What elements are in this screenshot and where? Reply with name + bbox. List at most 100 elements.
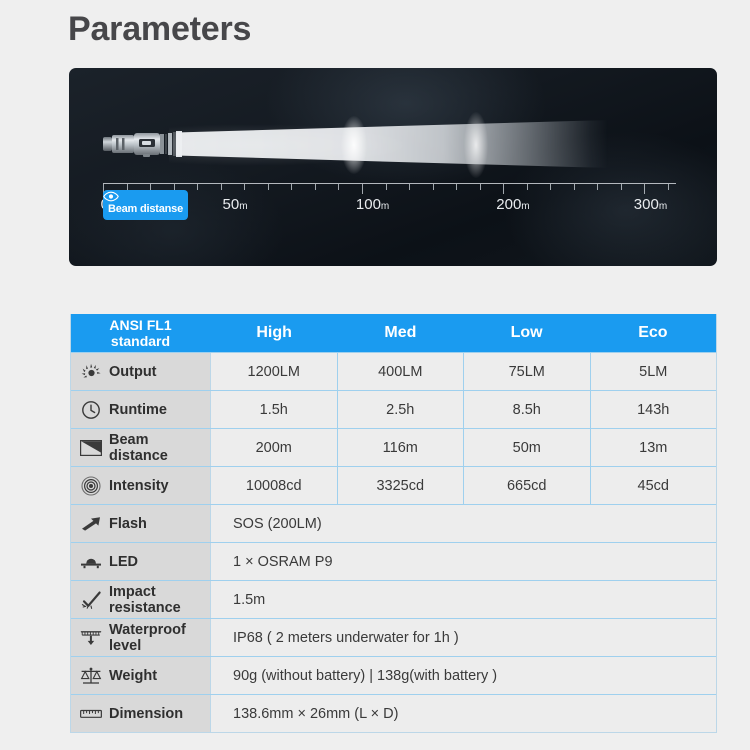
eye-icon xyxy=(103,191,188,202)
ruler-tick-minor xyxy=(220,184,222,190)
header-standard-line2: standard xyxy=(110,333,171,349)
row-label-line1: Dimension xyxy=(109,705,184,722)
led-chip-icon xyxy=(80,552,102,572)
ruler-tick-major xyxy=(503,184,505,194)
row-label-line2: resistance xyxy=(109,599,181,616)
row-value-cell: 50m xyxy=(464,429,591,466)
ruler-tick-minor xyxy=(597,184,599,190)
row-label-cell: Beam distance xyxy=(71,429,211,466)
row-value-cell: 1200LM xyxy=(211,353,338,390)
flashlight-icon xyxy=(102,128,182,160)
row-label-line1: Waterproof xyxy=(109,621,186,638)
page-title: Parameters xyxy=(68,10,252,48)
row-value-cell: 45cd xyxy=(590,467,716,504)
table-row: Intensity 10008cd 3325cd 665cd 45cd xyxy=(71,466,716,504)
row-value-cell: 400LM xyxy=(337,353,464,390)
row-value-cell: 200m xyxy=(211,429,338,466)
row-label-text: Waterproof level xyxy=(109,622,186,654)
ruler-tick-minor xyxy=(479,184,481,190)
target-rings-icon xyxy=(80,475,102,496)
ruler-tick-minor xyxy=(456,184,458,190)
row-value-cell: 3325cd xyxy=(337,467,464,504)
ruler-tick-minor xyxy=(432,184,434,190)
row-value-spanned: 90g (without battery) | 138g(with batter… xyxy=(211,657,716,694)
row-label-line1: Runtime xyxy=(109,401,167,418)
row-label-line1: LED xyxy=(109,553,138,570)
row-value-cell: 116m xyxy=(337,429,464,466)
light-beam-cone xyxy=(176,120,608,168)
row-label-cell: Waterproof level xyxy=(71,619,211,656)
axis-label-unit: m xyxy=(521,201,530,212)
beam-hotspot-near xyxy=(341,116,367,174)
row-value-cell: 143h xyxy=(590,391,716,428)
row-label-text: Dimension xyxy=(109,706,183,722)
row-value-cell: 665cd xyxy=(464,467,591,504)
ruler-tick-minor xyxy=(620,184,622,190)
header-standard-cell: ANSI FL1 standard xyxy=(71,314,211,352)
row-value-spanned: SOS (200LM) xyxy=(211,505,716,542)
parameters-page: Parameters 50m 100m 200m 300m Beam dista… xyxy=(0,0,750,750)
ruler-tick-minor xyxy=(314,184,316,190)
clock-icon xyxy=(80,400,102,420)
ruler-tick-minor xyxy=(267,184,269,190)
waterproof-icon xyxy=(80,628,102,648)
axis-label-300m: 300m xyxy=(634,196,667,213)
ruler-tick-minor xyxy=(526,184,528,190)
row-value-cell: 10008cd xyxy=(211,467,338,504)
distance-ruler-line xyxy=(103,183,676,184)
row-value-spanned: 1.5m xyxy=(211,581,716,618)
row-label-text: Beam distance xyxy=(109,432,168,464)
ruler-tick-minor xyxy=(338,184,340,190)
ruler-tick-minor xyxy=(197,184,199,190)
row-label-cell: Output xyxy=(71,353,211,390)
row-value-cell: 8.5h xyxy=(464,391,591,428)
header-standard-line1: ANSI FL1 xyxy=(109,317,172,333)
row-label-line1: Output xyxy=(109,363,157,380)
axis-label-value: 200 xyxy=(496,196,522,213)
row-label-text: Weight xyxy=(109,668,157,684)
row-label-line1: Weight xyxy=(109,667,158,684)
row-label-line2: level xyxy=(109,637,142,654)
ruler-tick-minor xyxy=(385,184,387,190)
beam-cone-icon xyxy=(80,438,102,458)
header-mode-eco: Eco xyxy=(589,314,716,352)
row-value-cell: 75LM xyxy=(464,353,591,390)
axis-label-50m: 50m xyxy=(223,196,248,213)
row-value-cell: 13m xyxy=(590,429,716,466)
scale-balance-icon xyxy=(80,666,102,686)
table-row: LED 1 × OSRAM P9 xyxy=(71,542,716,580)
axis-label-unit: m xyxy=(239,201,248,212)
beam-hotspot-far xyxy=(464,112,488,178)
row-value-cell: 1.5h xyxy=(211,391,338,428)
row-label-cell: Intensity xyxy=(71,467,211,504)
ruler-tick-major xyxy=(361,184,363,194)
table-row: Runtime 1.5h 2.5h 8.5h 143h xyxy=(71,390,716,428)
row-label-text: LED xyxy=(109,554,138,570)
row-label-line1: Beam xyxy=(109,431,149,448)
row-label-text: Runtime xyxy=(109,402,167,418)
row-label-cell: Weight xyxy=(71,657,211,694)
row-label-text: Impact resistance xyxy=(109,584,181,616)
row-label-line2: distance xyxy=(109,447,168,464)
table-row: Beam distance 200m 116m 50m 13m xyxy=(71,428,716,466)
ruler-tick-minor xyxy=(291,184,293,190)
table-header-row: ANSI FL1 standard High Med Low Eco xyxy=(71,314,716,352)
row-label-text: Intensity xyxy=(109,478,169,494)
beam-distance-badge: Beam distanse xyxy=(103,190,188,220)
axis-label-value: 50 xyxy=(222,196,240,213)
specification-table: ANSI FL1 standard High Med Low Eco Outpu… xyxy=(70,314,717,733)
row-label-cell: LED xyxy=(71,543,211,580)
table-row: Weight 90g (without battery) | 138g(with … xyxy=(71,656,716,694)
ruler-tick-minor xyxy=(668,184,669,190)
header-mode-med: Med xyxy=(337,314,464,352)
axis-label-value: 300 xyxy=(633,196,659,213)
ruler-tick-major xyxy=(644,184,646,194)
row-label-cell: Dimension xyxy=(71,695,211,732)
table-row: Impact resistance 1.5m xyxy=(71,580,716,618)
row-value-cell: 5LM xyxy=(590,353,716,390)
row-label-line1: Intensity xyxy=(109,477,169,494)
axis-label-200m: 200m xyxy=(496,196,529,213)
beam-illustration: 0m50m100m200m300m Beam distanse xyxy=(69,68,717,266)
header-mode-high: High xyxy=(211,314,338,352)
row-value-spanned: IP68 ( 2 meters underwater for 1h ) xyxy=(211,619,716,656)
